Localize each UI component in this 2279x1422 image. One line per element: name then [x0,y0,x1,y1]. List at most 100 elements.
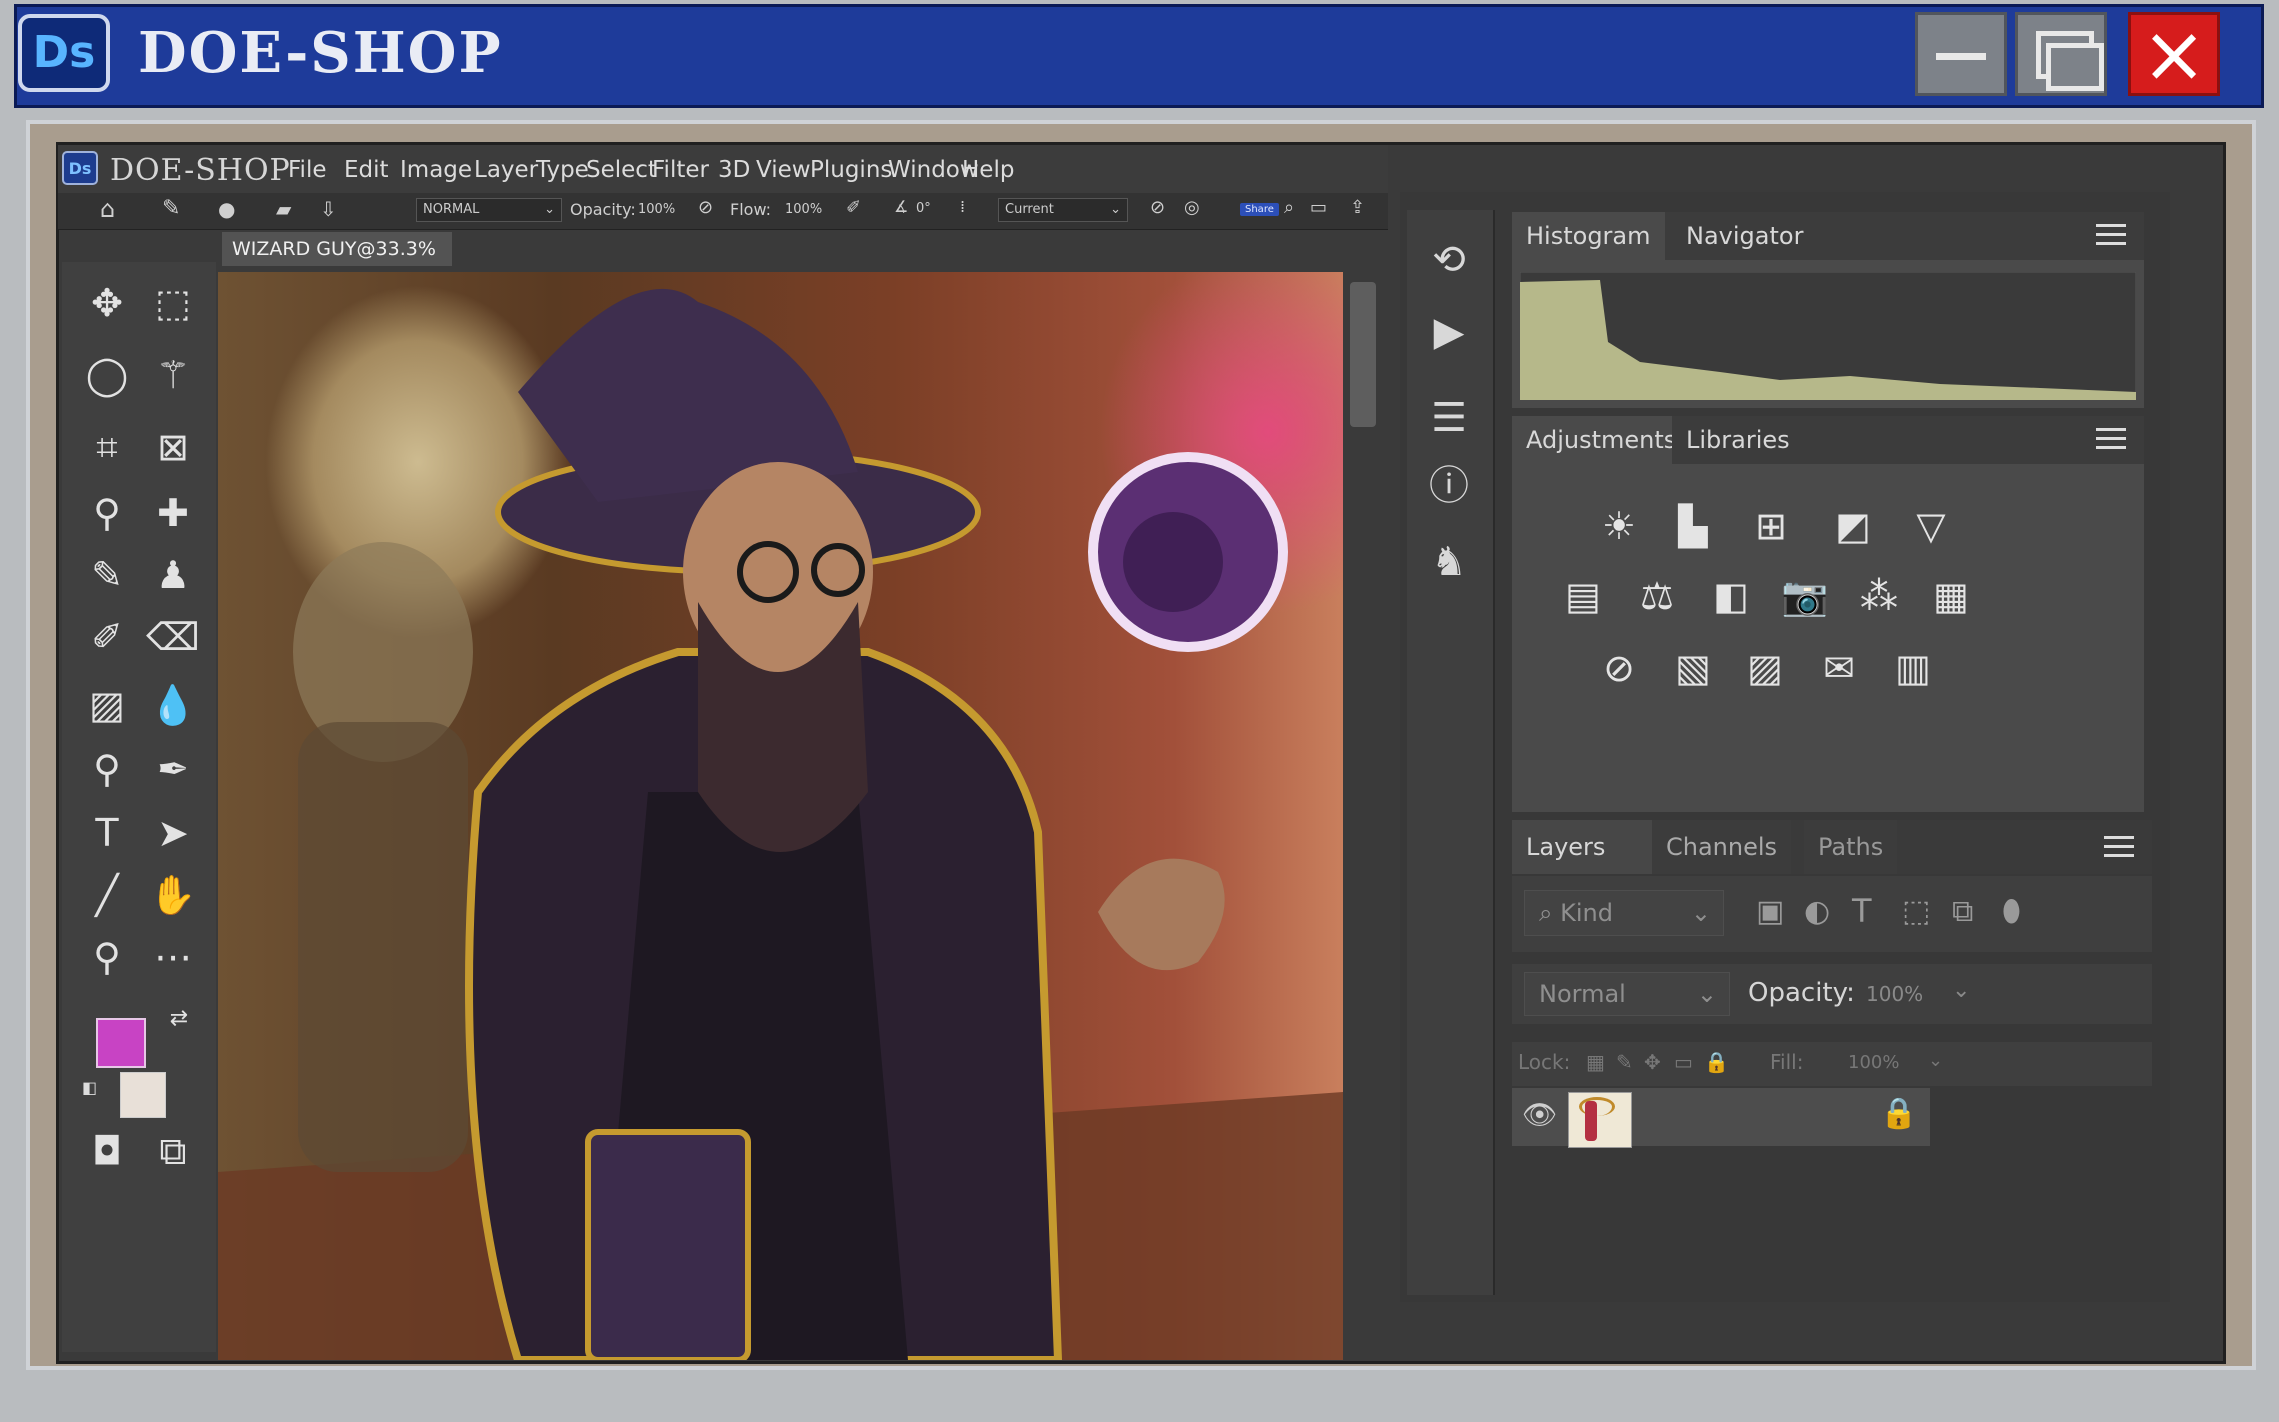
posterize-icon[interactable]: ▧ [1662,642,1724,694]
lock-position-icon[interactable]: ✥ [1644,1050,1661,1074]
menu-help[interactable]: Help [962,157,1014,183]
move-tool-icon[interactable]: ✥ [78,274,136,332]
tab-navigator[interactable]: Navigator [1672,212,1850,260]
menu-view[interactable]: View [756,157,811,183]
menu-image[interactable]: Image [400,157,472,183]
hue-saturation-icon[interactable]: ▤ [1552,570,1614,622]
exposure-icon[interactable]: ◩ [1822,500,1884,552]
blur-tool-icon[interactable]: 💧 [144,676,202,734]
menu-type[interactable]: Type [536,157,589,183]
clone-source-icon[interactable]: ⇩ [320,197,337,221]
brush-settings-icon[interactable]: ▰ [276,197,291,221]
history-icon[interactable]: ⟲ [1417,228,1481,292]
tab-libraries[interactable]: Libraries [1672,416,1850,464]
panel-menu-icon[interactable] [2096,224,2126,246]
smoothing-icon[interactable]: ⁞ [960,197,965,216]
shape-filter-icon[interactable]: ⬚ [1902,894,1930,929]
levels-icon[interactable]: ▙ [1662,500,1724,552]
share-button[interactable]: Share [1240,203,1279,216]
history-brush-tool-icon[interactable]: ✐ [78,608,136,666]
properties-sliders-icon[interactable]: ☰ [1417,386,1481,450]
search-icon[interactable]: ⌕ [1284,197,1294,218]
eyedropper-tool-icon[interactable]: ⚲ [78,484,136,542]
tab-paths[interactable]: Paths [1804,820,1898,874]
line-tool-icon[interactable]: ╱ [78,866,136,924]
export-icon[interactable]: ⇪ [1350,197,1365,218]
color-balance-icon[interactable]: ⚖ [1626,570,1688,622]
brush-tool-icon[interactable]: ✎ [78,546,136,604]
panel-menu-icon[interactable] [2104,836,2134,858]
marquee-tool-icon[interactable]: ⬚ [144,274,202,332]
eraser-tool-icon[interactable]: ⌫ [144,608,202,666]
frame-tool-icon[interactable]: ⊠ [144,418,202,476]
zoom-tool-icon[interactable]: ⚲ [78,928,136,986]
adjustment-filter-icon[interactable]: ◐ [1804,894,1830,929]
foreground-color-swatch[interactable] [96,1018,146,1068]
chevron-down-icon[interactable]: ⌄ [1952,978,1970,1003]
background-color-swatch[interactable] [120,1072,166,1118]
menu-select[interactable]: Select [586,157,657,183]
gradient-tool-icon[interactable]: ▨ [78,676,136,734]
healing-brush-tool-icon[interactable]: ✚ [144,484,202,542]
canvas-scroll-thumb[interactable] [1350,282,1376,427]
threshold-icon[interactable]: ▨ [1734,642,1796,694]
filter-toggle-icon[interactable]: ⬮ [2002,894,2021,929]
sample-dropdown[interactable]: Current ⌄ [998,198,1128,222]
tab-adjustments[interactable]: Adjustments [1512,416,1691,464]
quick-mask-icon[interactable]: ◘ [78,1122,136,1180]
black-white-icon[interactable]: ◧ [1700,570,1762,622]
character-styles-icon[interactable]: ♞ [1417,530,1481,594]
type-tool-icon[interactable]: T [78,804,136,862]
crop-tool-icon[interactable]: ⌗ [78,418,136,476]
smart-object-filter-icon[interactable]: ⧉ [1952,894,1973,929]
type-filter-icon[interactable]: T [1852,892,1872,930]
lasso-tool-icon[interactable]: ◯ [78,346,136,404]
color-lookup-icon[interactable]: ▦ [1920,570,1982,622]
fill-value[interactable]: 100% [1848,1052,1899,1073]
stamp-tool-icon[interactable]: ♟ [144,546,202,604]
more-tools-icon[interactable]: ⋯ [144,928,202,986]
document-tab[interactable]: WIZARD GUY@33.3% [222,232,452,266]
photo-filter-icon[interactable]: 📷 [1774,570,1836,622]
menu-layer[interactable]: Layer [474,157,538,183]
home-icon[interactable]: ⌂ [100,195,115,223]
visibility-eye-icon[interactable]: 👁 [1522,1098,1558,1131]
airbrush-icon[interactable]: ✐ [846,197,861,218]
close-button[interactable]: × [2128,12,2220,96]
chevron-down-icon[interactable]: ⌄ [1928,1050,1943,1071]
panel-menu-icon[interactable] [2096,428,2126,450]
channel-mixer-icon[interactable]: ⁂ [1848,570,1910,622]
tab-channels[interactable]: Channels [1652,820,1792,874]
pen-tool-icon[interactable]: ✒ [144,740,202,798]
selective-color-icon[interactable]: ▥ [1882,642,1944,694]
opacity-value[interactable]: 100% [638,202,675,217]
lock-all-icon[interactable]: 🔒 [1704,1050,1729,1074]
document-canvas[interactable] [218,272,1343,1360]
canvas-scrollbar[interactable] [1344,262,1382,1352]
lock-pixels-icon[interactable]: ▦ [1586,1050,1605,1074]
curves-icon[interactable]: ⊞ [1740,500,1802,552]
menu-plugins[interactable]: Plugins [810,157,892,183]
menu-edit[interactable]: Edit [344,157,389,183]
angle-value[interactable]: 0° [916,201,931,216]
blend-mode-dropdown[interactable]: Normal ⌄ [1524,972,1730,1016]
brightness-icon[interactable]: ☀ [1588,500,1650,552]
brush-size-icon[interactable]: ● [218,197,235,221]
magic-wand-tool-icon[interactable]: ⚚ [144,346,202,404]
symmetry-icon[interactable]: ◎ [1184,197,1200,218]
flow-value[interactable]: 100% [785,202,822,217]
gradient-map-icon[interactable]: ✉ [1808,642,1870,694]
minimize-button[interactable] [1915,12,2007,96]
mode-dropdown[interactable]: NORMAL ⌄ [416,198,562,222]
maximize-button[interactable] [2015,12,2107,96]
vibrance-icon[interactable]: ▽ [1900,500,1962,552]
layer-opacity-value[interactable]: 100% [1866,982,1923,1006]
menu-file[interactable]: File [288,157,327,183]
lock-artboard-icon[interactable]: ▭ [1674,1050,1693,1074]
menu-3d[interactable]: 3D [718,157,750,183]
info-icon[interactable]: ⓘ [1417,454,1481,518]
dodge-tool-icon[interactable]: ⚲ [78,740,136,798]
invert-icon[interactable]: ⊘ [1588,642,1650,694]
default-colors-icon[interactable]: ◧ [82,1078,104,1100]
pixel-filter-icon[interactable]: ▣ [1756,894,1784,929]
